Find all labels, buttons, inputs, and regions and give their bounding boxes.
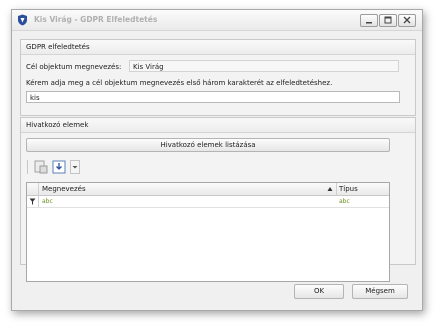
gdpr-group-header: GDPR elfeledtetés: [21, 40, 415, 55]
column-divider: [336, 183, 337, 195]
export-icon[interactable]: [34, 160, 48, 174]
window-title: Kis Virág - GDPR Elfeledtetés: [34, 15, 158, 24]
maximize-icon: [384, 16, 392, 24]
close-button[interactable]: [398, 14, 416, 27]
row-indicator-header: [27, 183, 39, 195]
toolbar-grip-icon: [27, 160, 28, 174]
filter-icon: [29, 198, 36, 205]
instruction-text: Kérem adja meg a cél objektum megnevezés…: [26, 79, 333, 87]
save-icon[interactable]: [52, 160, 66, 174]
auto-filter-row[interactable]: abc abc: [27, 195, 389, 208]
cancel-button[interactable]: Mégsem: [352, 284, 408, 299]
references-grid[interactable]: Megnevezés Típus abc abc: [26, 182, 390, 282]
references-group-header: Hivatkozó elemek: [21, 118, 415, 133]
minimize-button[interactable]: [360, 14, 378, 27]
shield-icon: [18, 14, 27, 26]
confirm-input-value: kis: [30, 94, 40, 102]
gdpr-group-title: GDPR elfeledtetés: [26, 43, 90, 51]
maximize-button[interactable]: [379, 14, 397, 27]
minimize-icon: [366, 22, 372, 24]
column-header-type[interactable]: Típus: [339, 185, 358, 193]
dialog-window: Kis Virág - GDPR Elfeledtetés GDPR elfel…: [11, 9, 423, 311]
type-filter-cell[interactable]: abc: [339, 198, 350, 205]
confirm-input[interactable]: kis: [26, 91, 400, 103]
target-name-field[interactable]: Kis Virág: [129, 60, 399, 72]
title-bar[interactable]: Kis Virág - GDPR Elfeledtetés: [12, 10, 422, 31]
target-label: Cél objektum megnevezés:: [26, 63, 122, 71]
references-group: Hivatkozó elemek Hivatkozó elemek listáz…: [20, 117, 416, 282]
column-header-name[interactable]: Megnevezés: [42, 185, 86, 193]
gdpr-group: GDPR elfeledtetés Cél objektum megnevezé…: [20, 39, 416, 116]
filter-row-indicator: [27, 195, 39, 207]
name-filter-cell[interactable]: abc: [42, 198, 53, 205]
grid-toolbar: [26, 158, 90, 176]
ok-button[interactable]: OK: [294, 284, 344, 299]
target-name-value: Kis Virág: [133, 63, 164, 71]
references-group-title: Hivatkozó elemek: [26, 121, 89, 129]
list-references-button[interactable]: Hivatkozó elemek listázása: [26, 138, 390, 152]
chevron-down-icon[interactable]: [70, 160, 80, 174]
close-icon: [403, 16, 411, 24]
sort-up-icon: [327, 187, 333, 191]
